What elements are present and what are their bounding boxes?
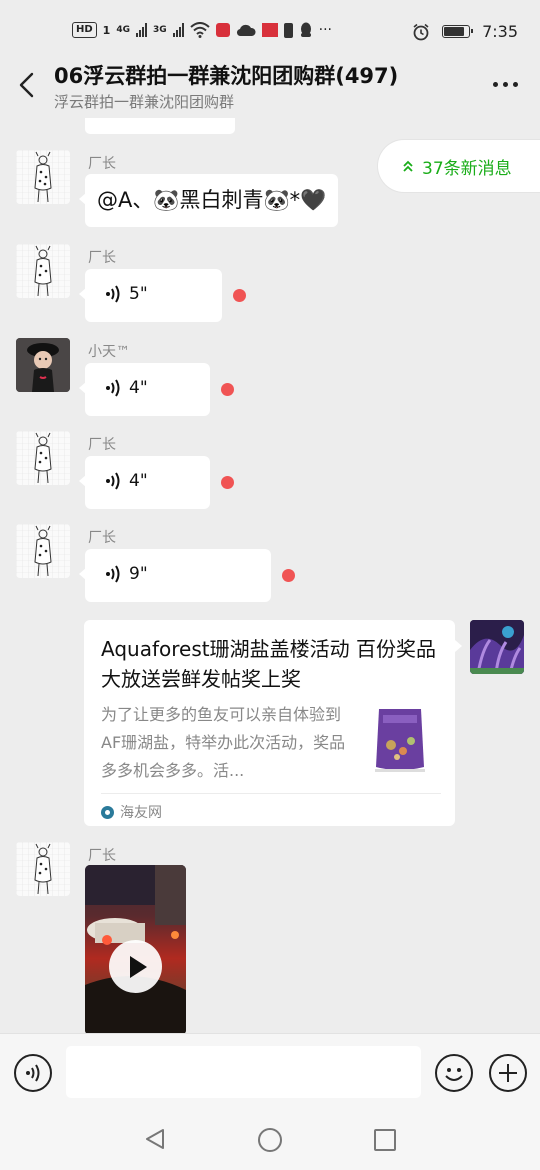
sender-name: 厂长	[88, 437, 116, 453]
voice-wave-icon	[106, 565, 120, 583]
unread-dot	[221, 476, 234, 489]
link-card-source-name: 海友网	[120, 805, 162, 821]
double-chevron-up-icon	[403, 160, 413, 172]
qq-icon	[300, 22, 311, 37]
voice-message-bubble[interactable]: 5"	[79, 269, 222, 322]
signal-icon-2	[172, 23, 184, 37]
alert-icon	[283, 22, 293, 38]
text-message-bubble[interactable]: @A、🐼黑白刺青🐼*🖤	[78, 174, 339, 227]
play-icon[interactable]	[109, 940, 162, 993]
voice-wave-icon	[106, 472, 120, 490]
plus-icon[interactable]	[489, 1054, 527, 1092]
nav-home-icon[interactable]	[258, 1128, 282, 1152]
alarm-icon	[413, 23, 429, 40]
partial-message-bubble[interactable]	[85, 118, 235, 134]
battery-icon	[442, 25, 474, 38]
sender-name: 厂长	[88, 530, 116, 546]
wifi-icon	[189, 22, 210, 38]
sim-badge: 1	[102, 23, 111, 37]
sender-name: 厂长	[88, 250, 116, 266]
voice-message-bubble[interactable]: 4"	[79, 456, 210, 509]
source-logo-icon	[101, 805, 114, 819]
link-card[interactable]: Aquaforest珊湖盐盖楼活动 百份奖品大放送尝鲜发帖奖上奖 为了让更多的鱼…	[84, 620, 462, 826]
link-card-source: 海友网	[101, 802, 162, 822]
chat-subtitle: 浮云群拍一群兼沈阳团购群	[54, 93, 235, 111]
avatar[interactable]	[16, 431, 70, 485]
more-notifications-icon: ···	[318, 22, 332, 38]
chat-title: 06浮云群拍一群兼沈阳团购群(497)	[54, 64, 399, 88]
my-avatar[interactable]	[470, 620, 524, 674]
unread-dot	[233, 289, 246, 302]
system-nav-bar	[0, 1113, 540, 1170]
unread-dot	[221, 383, 234, 396]
voice-wave-icon	[106, 379, 120, 397]
emoji-icon[interactable]	[435, 1054, 473, 1092]
voice-duration: 4"	[129, 378, 148, 398]
message-input[interactable]	[66, 1046, 421, 1098]
voice-duration: 5"	[129, 284, 148, 304]
voice-duration: 4"	[129, 471, 148, 491]
signal-icon	[135, 23, 147, 37]
new-messages-label: 37条新消息	[422, 158, 512, 179]
chat-message-list[interactable]: 37条新消息 厂长 @A、🐼黑白刺青🐼*🖤 厂长 5" 小天™ 4" 厂长 4"…	[0, 118, 540, 1033]
avatar[interactable]	[16, 338, 70, 392]
link-card-divider	[101, 793, 441, 794]
sender-name: 厂长	[88, 848, 116, 864]
link-card-description: 为了让更多的鱼友可以亲自体验到AF珊湖盐，特举办此次活动，奖品多多机会多多。活.…	[101, 705, 346, 780]
network-4g-label: 4G	[116, 25, 130, 35]
nav-recent-icon[interactable]	[374, 1129, 396, 1151]
voice-mode-icon[interactable]	[14, 1054, 52, 1092]
news-app-icon	[261, 23, 278, 37]
sender-name: 厂长	[88, 156, 116, 172]
cloud-icon	[236, 24, 256, 37]
voice-message-bubble[interactable]: 4"	[79, 363, 210, 416]
avatar[interactable]	[16, 150, 70, 204]
input-bar	[0, 1033, 540, 1114]
status-right: 7:35	[412, 22, 518, 41]
avatar[interactable]	[16, 244, 70, 298]
sender-name: 小天™	[88, 344, 130, 360]
video-message-thumbnail[interactable]	[85, 865, 186, 1033]
back-arrow-icon[interactable]	[16, 68, 38, 102]
app-notification-icon	[215, 23, 230, 37]
clock: 7:35	[482, 22, 518, 41]
avatar[interactable]	[16, 524, 70, 578]
voice-duration: 9"	[129, 564, 148, 584]
more-icon[interactable]	[493, 82, 518, 87]
voice-wave-icon	[106, 285, 120, 303]
hd-badge: HD	[72, 22, 97, 38]
avatar[interactable]	[16, 842, 70, 896]
link-card-thumbnail	[369, 703, 431, 775]
network-3g-label: 3G	[152, 25, 167, 35]
link-card-title: Aquaforest珊湖盐盖楼活动 百份奖品大放送尝鲜发帖奖上奖	[101, 637, 436, 691]
voice-message-bubble[interactable]: 9"	[79, 549, 271, 602]
status-left: HD 1 4G 3G ···	[72, 22, 332, 38]
unread-dot	[282, 569, 295, 582]
nav-back-icon[interactable]	[143, 1127, 167, 1151]
new-messages-button[interactable]: 37条新消息	[378, 140, 540, 192]
chat-header: 06浮云群拍一群兼沈阳团购群(497) 浮云群拍一群兼沈阳团购群	[0, 56, 540, 118]
